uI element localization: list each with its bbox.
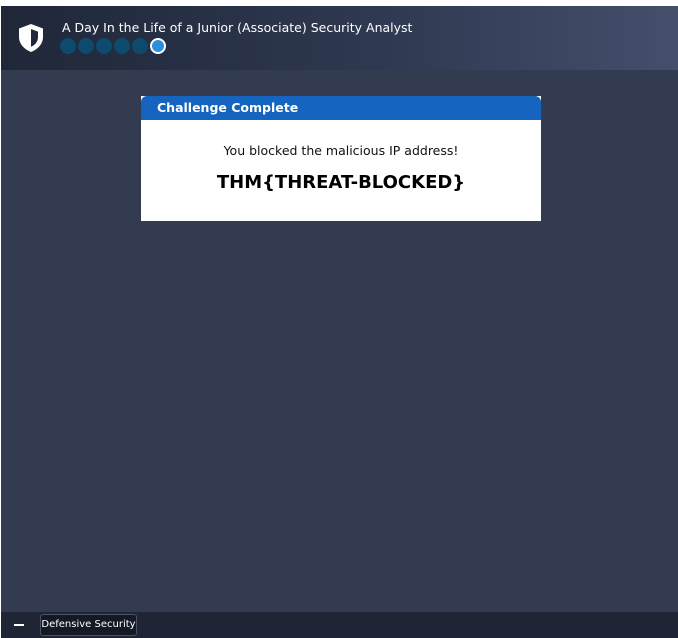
app-window: A Day In the Life of a Junior (Associate…	[1, 6, 678, 638]
challenge-complete-dialog: Challenge Complete You blocked the malic…	[141, 96, 541, 221]
progress-step-2	[78, 38, 94, 54]
progress-steps	[60, 38, 166, 54]
dialog-title: Challenge Complete	[141, 96, 541, 120]
progress-step-3	[96, 38, 112, 54]
progress-step-4	[114, 38, 130, 54]
page-title: A Day In the Life of a Junior (Associate…	[62, 20, 413, 35]
minus-icon[interactable]	[14, 624, 24, 626]
progress-step-5	[132, 38, 148, 54]
header-bar: A Day In the Life of a Junior (Associate…	[1, 6, 678, 70]
progress-step-1	[60, 38, 76, 54]
dialog-message: You blocked the malicious IP address!	[223, 143, 459, 158]
shield-icon	[19, 24, 43, 52]
taskbar: Defensive Security	[1, 612, 678, 638]
progress-step-6-current	[150, 38, 166, 54]
flag-text: THM{THREAT-BLOCKED}	[216, 172, 466, 193]
taskbar-tab-defensive-security[interactable]: Defensive Security	[40, 614, 137, 636]
